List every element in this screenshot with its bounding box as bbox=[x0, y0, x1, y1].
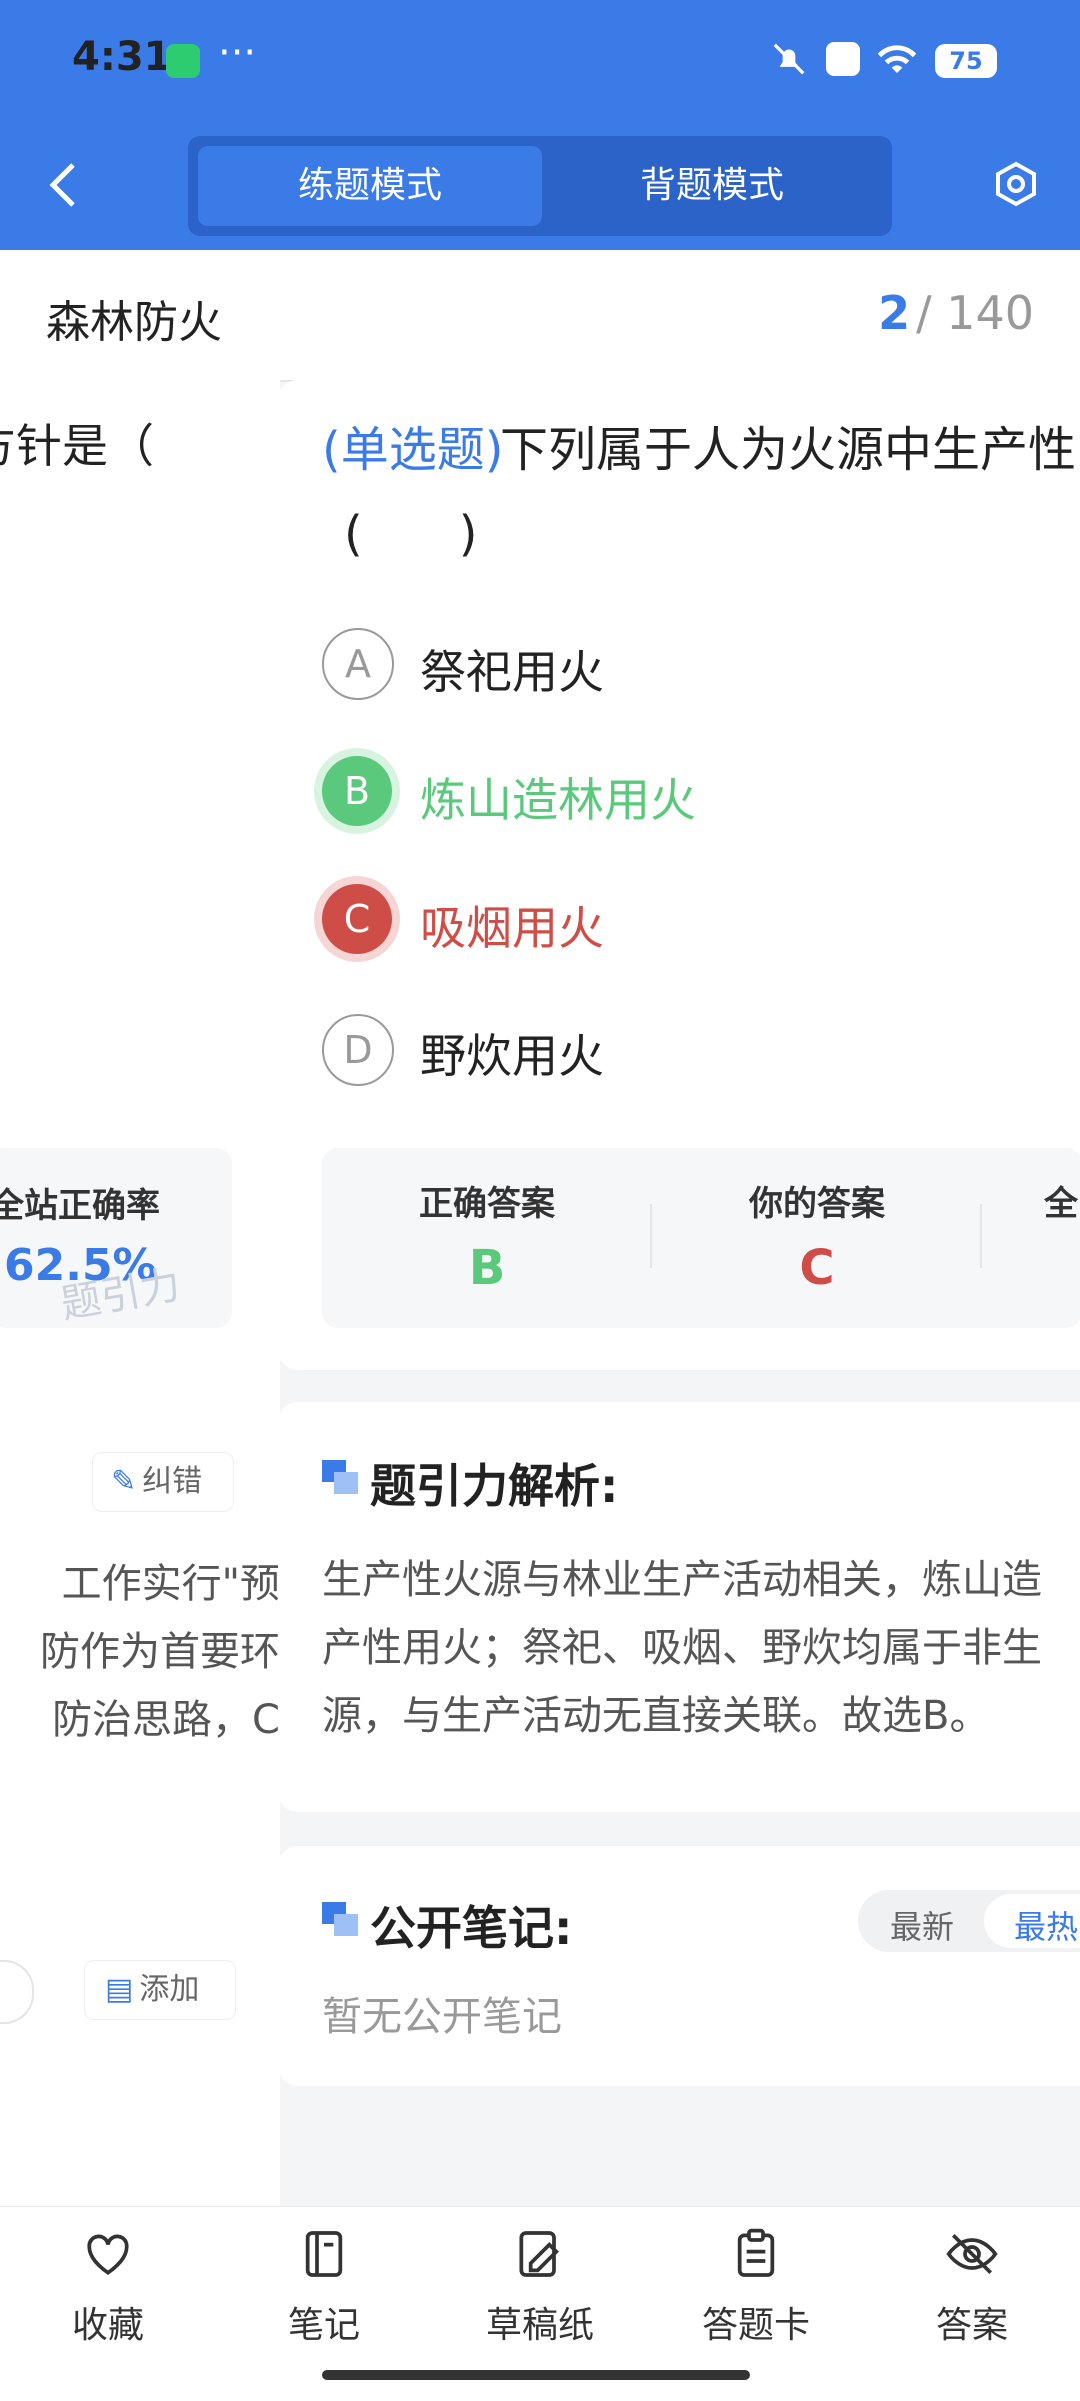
analysis-text: 生产性火源与林业生产活动相关，炼山造 产性用火；祭祀、吸烟、野炊均属于非生 源，… bbox=[322, 1546, 1080, 1750]
question-blank: ( ) bbox=[344, 506, 478, 562]
add-note-label: 添加 bbox=[139, 1972, 200, 2007]
previous-analysis-text: 工作实行"预 防作为首要环 防治思路，C bbox=[0, 1550, 280, 1754]
site-accuracy-label: 全站正确率 bbox=[0, 1186, 160, 1226]
battery-indicator: 75 bbox=[935, 44, 997, 78]
report-error-button[interactable]: ✎ 纠错 bbox=[92, 1452, 234, 1512]
draft-icon bbox=[519, 2231, 559, 2277]
section-marker-icon bbox=[322, 1460, 358, 1494]
current-question: 2 bbox=[878, 286, 911, 340]
edit-icon: ✎ bbox=[111, 1464, 137, 1499]
nav-answer[interactable]: 答案 bbox=[892, 2226, 1052, 2348]
option-c-text[interactable]: 吸烟用火 bbox=[420, 892, 604, 958]
option-b-marker[interactable]: B bbox=[322, 756, 392, 826]
status-time: 4:31 bbox=[72, 34, 172, 80]
your-answer-value: C bbox=[799, 1240, 835, 1296]
divider bbox=[650, 1204, 652, 1268]
public-notes-heading: 公开笔记: bbox=[370, 1901, 573, 1955]
option-b-text[interactable]: 炼山造林用火 bbox=[420, 764, 696, 830]
nav-favorite[interactable]: 收藏 bbox=[28, 2226, 188, 2348]
option-c-marker[interactable]: C bbox=[322, 884, 392, 954]
tab-memorize-mode[interactable]: 背题模式 bbox=[540, 146, 884, 226]
answer-sheet-icon bbox=[737, 2228, 775, 2277]
wifi-icon bbox=[877, 45, 917, 73]
heart-icon bbox=[87, 2234, 129, 2275]
sort-hottest[interactable]: 最热 bbox=[1014, 1902, 1078, 1948]
question-type: (单选题) bbox=[322, 422, 504, 478]
comment-icon: ▤ bbox=[105, 1972, 134, 2007]
option-a-text[interactable]: 祭祀用火 bbox=[420, 636, 604, 702]
analysis-heading: 题引力解析: bbox=[370, 1459, 619, 1513]
nav-favorite-label: 收藏 bbox=[71, 2305, 144, 2346]
divider bbox=[980, 1204, 982, 1268]
tab-practice-mode[interactable]: 练题模式 bbox=[198, 146, 542, 226]
back-icon[interactable] bbox=[46, 160, 80, 210]
site-accuracy-label-clipped: 全 bbox=[1044, 1184, 1078, 1224]
question-progress: 2/ 140 bbox=[878, 286, 1034, 340]
option-a-marker[interactable]: A bbox=[322, 628, 394, 700]
bell-off-icon bbox=[773, 43, 805, 75]
analysis-line: 防作为首要环 bbox=[40, 1629, 280, 1675]
analysis-line: 工作实行"预 bbox=[61, 1561, 280, 1607]
nav-notes-label: 笔记 bbox=[287, 2305, 360, 2346]
settings-icon[interactable] bbox=[992, 160, 1040, 208]
nav-answer-label: 答案 bbox=[935, 2305, 1008, 2346]
analysis-line: 防治思路，C bbox=[52, 1697, 280, 1743]
home-indicator bbox=[322, 2370, 750, 2380]
previous-notes-card bbox=[0, 1912, 280, 2152]
option-d-marker[interactable]: D bbox=[322, 1014, 394, 1086]
correct-answer-label: 正确答案 bbox=[419, 1184, 555, 1224]
sort-newest[interactable]: 最新 bbox=[890, 1902, 954, 1948]
report-error-label: 纠错 bbox=[142, 1464, 203, 1499]
section-marker-icon bbox=[322, 1902, 358, 1936]
nav-answer-sheet-label: 答题卡 bbox=[701, 2305, 810, 2346]
total-questions: / 140 bbox=[916, 286, 1034, 340]
nav-answer-sheet[interactable]: 答题卡 bbox=[676, 2226, 836, 2348]
analysis-line: 生产性火源与林业生产活动相关，炼山造 bbox=[322, 1557, 1042, 1603]
nav-draft-label: 草稿纸 bbox=[485, 2305, 594, 2346]
your-answer-label: 你的答案 bbox=[749, 1184, 885, 1224]
correct-answer-value: B bbox=[468, 1240, 506, 1296]
analysis-line: 产性用火；祭祀、吸烟、野炊均属于非生 bbox=[322, 1625, 1042, 1671]
nav-notes[interactable]: 笔记 bbox=[244, 2226, 404, 2348]
eye-off-icon bbox=[946, 2234, 998, 2274]
notebook-icon bbox=[305, 2231, 343, 2277]
nav-draft[interactable]: 草稿纸 bbox=[460, 2226, 620, 2348]
close-notification-icon bbox=[826, 42, 860, 76]
more-notifications: ··· bbox=[218, 30, 257, 76]
answer-summary-box bbox=[322, 1148, 1080, 1328]
public-notes-card bbox=[278, 1846, 1080, 2086]
wechat-icon bbox=[166, 44, 200, 78]
notes-empty-text: 暂无公开笔记 bbox=[322, 1994, 562, 2040]
analysis-line: 源，与生产活动无直接关联。故选B。 bbox=[322, 1693, 990, 1739]
option-d-text[interactable]: 野炊用火 bbox=[420, 1020, 604, 1086]
previous-question-text: 方针是（ bbox=[0, 419, 154, 473]
question-text: 下列属于人为火源中生产性 bbox=[500, 422, 1077, 478]
add-note-button[interactable]: ▤ 添加 bbox=[84, 1960, 236, 2020]
section-title: 森林防火 bbox=[46, 297, 222, 348]
